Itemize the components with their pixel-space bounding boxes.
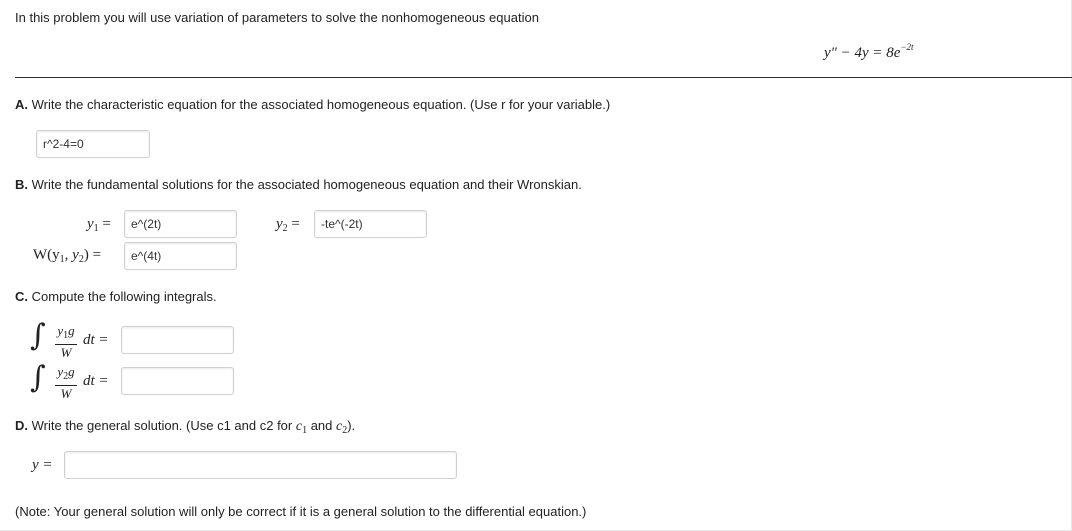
y1-label: y1 =	[87, 216, 111, 234]
integral-1-fraction: y1g W	[55, 324, 77, 360]
divider	[15, 77, 1072, 78]
part-b-text: Write the fundamental solutions for the …	[31, 177, 582, 192]
characteristic-equation-input[interactable]: r^2-4=0	[36, 130, 150, 158]
general-solution-input[interactable]	[64, 451, 457, 479]
problem-panel: In this problem you will use variation o…	[0, 0, 1072, 531]
equation-exponent: −2t	[900, 42, 914, 52]
intro-text: In this problem you will use variation o…	[15, 10, 539, 25]
integral-2-input[interactable]	[121, 367, 234, 395]
integral-sign-2: ∫	[30, 360, 46, 395]
integral-2-dt: dt =	[83, 373, 109, 389]
part-b-letter: B.	[15, 177, 28, 192]
y2-input[interactable]: -te^(-2t)	[314, 210, 427, 238]
integral-2-fraction: y2g W	[55, 365, 77, 401]
wronskian-input[interactable]: e^(4t)	[124, 242, 237, 270]
general-solution-label: y =	[32, 457, 53, 473]
part-a-prompt: A. Write the characteristic equation for…	[15, 97, 610, 112]
part-c-text: Compute the following integrals.	[31, 289, 217, 304]
part-c-prompt: C. Compute the following integrals.	[15, 289, 217, 304]
part-d-letter: D.	[15, 418, 28, 433]
part-c-letter: C.	[15, 289, 28, 304]
wronskian-label: W(y1, y2) =	[33, 247, 102, 265]
equation-lhs: y″ − 4y = 8e	[824, 45, 901, 61]
part-b-prompt: B. Write the fundamental solutions for t…	[15, 177, 582, 192]
integral-sign-1: ∫	[30, 318, 46, 353]
y1-input[interactable]: e^(2t)	[124, 210, 237, 238]
target-equation: y″ − 4y = 8e−2t	[824, 42, 914, 62]
note-text: (Note: Your general solution will only b…	[15, 504, 587, 519]
integral-1-dt: dt =	[83, 332, 109, 348]
integral-1-input[interactable]	[121, 326, 234, 354]
part-a-letter: A.	[15, 97, 28, 112]
y2-label: y2 =	[276, 216, 300, 234]
part-a-text: Write the characteristic equation for th…	[31, 97, 611, 112]
part-d-prompt: D. Write the general solution. (Use c1 a…	[15, 418, 356, 436]
